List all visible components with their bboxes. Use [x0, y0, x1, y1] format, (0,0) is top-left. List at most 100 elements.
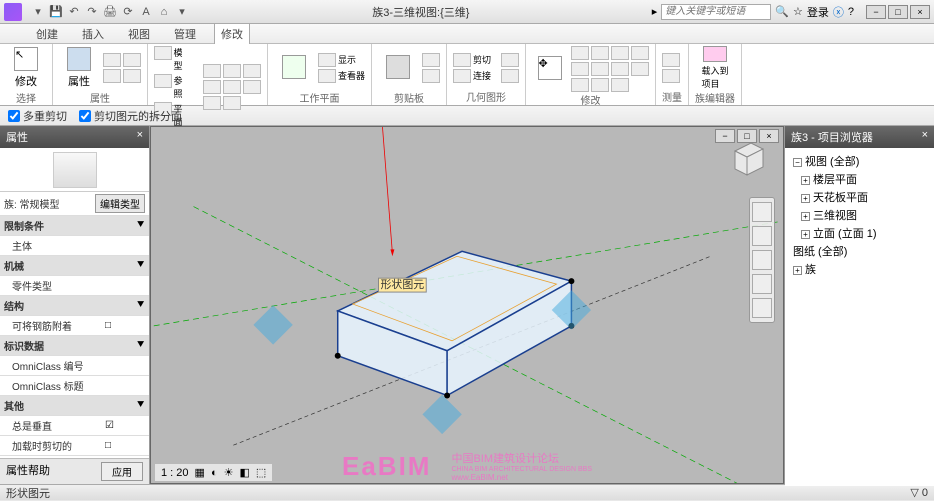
props-row[interactable]: 总是垂直☑ — [0, 416, 149, 436]
props-section-header[interactable]: 限制条件⯆ — [0, 216, 149, 236]
ribbon-btn[interactable] — [203, 80, 221, 94]
ribbon-btn[interactable] — [223, 64, 241, 78]
move-button[interactable]: ✥ — [532, 47, 567, 91]
tree-node[interactable]: −视图 (全部) — [789, 152, 930, 170]
props-section-header[interactable]: 结构⯆ — [0, 296, 149, 316]
ribbon-btn[interactable] — [154, 74, 172, 88]
qat-text[interactable]: A — [138, 4, 154, 20]
search-icon[interactable]: 🔍 — [775, 5, 789, 18]
tab-insert[interactable]: 插入 — [76, 24, 110, 44]
detail-icon[interactable]: ▦ — [195, 466, 205, 479]
ribbon-btn[interactable] — [243, 80, 261, 94]
info-icon[interactable]: ▸ — [652, 5, 658, 18]
orbit-icon[interactable] — [752, 274, 772, 294]
ribbon-btn[interactable] — [223, 80, 241, 94]
tree-node[interactable]: +楼层平面 — [789, 170, 930, 188]
visual-style-icon[interactable]: ◐ — [211, 467, 218, 479]
ribbon-btn[interactable] — [123, 69, 141, 83]
load-project-button[interactable]: 载入到 项目 — [695, 46, 735, 90]
ribbon-btn[interactable] — [103, 53, 121, 67]
steering-wheel-icon[interactable] — [752, 202, 772, 222]
ribbon-btn[interactable] — [662, 69, 680, 83]
scale-selector[interactable]: 1 : 20 — [161, 467, 189, 479]
ribbon-btn[interactable] — [203, 96, 221, 110]
ribbon-btn[interactable] — [591, 46, 609, 60]
properties-button[interactable]: 属性 — [59, 46, 99, 90]
ribbon-btn[interactable] — [611, 46, 629, 60]
edit-type-button[interactable]: 编辑类型 — [95, 194, 145, 213]
split-face-checkbox[interactable]: 剪切图元的拆分面 — [79, 108, 182, 124]
ribbon-btn[interactable] — [591, 62, 609, 76]
props-section-header[interactable]: 标识数据⯆ — [0, 336, 149, 356]
ribbon-btn[interactable] — [243, 64, 261, 78]
props-row[interactable]: OmniClass 标题 — [0, 376, 149, 396]
family-type-selector[interactable]: 族: 常规模型 — [4, 196, 95, 211]
pan-icon[interactable] — [752, 226, 772, 246]
tab-create[interactable]: 创建 — [30, 24, 64, 44]
ribbon-btn[interactable] — [571, 46, 589, 60]
drawing-canvas[interactable]: −□× 形状图元 1 : 20 ▦◐☀◧ — [150, 126, 784, 484]
ribbon-btn[interactable] — [123, 53, 141, 67]
view-cube[interactable] — [723, 135, 771, 183]
ribbon-btn[interactable] — [591, 78, 609, 92]
ribbon-btn[interactable] — [203, 64, 221, 78]
ribbon-btn[interactable] — [318, 69, 336, 83]
qat-sync[interactable]: ⟳ — [120, 4, 136, 20]
qat-print[interactable]: 🖨 — [102, 4, 118, 20]
tab-manage[interactable]: 管理 — [168, 24, 202, 44]
props-row[interactable]: 加载时剪切的□ — [0, 436, 149, 456]
tab-view[interactable]: 视图 — [122, 24, 156, 44]
favorite-icon[interactable]: ☆ — [793, 5, 803, 18]
ribbon-btn[interactable] — [453, 69, 471, 83]
tab-modify[interactable]: 修改 — [214, 23, 250, 44]
close-button[interactable]: × — [910, 5, 930, 19]
qat-home[interactable]: ⌂ — [156, 4, 172, 20]
props-row[interactable]: 零件类型 — [0, 276, 149, 296]
ribbon-btn[interactable] — [318, 53, 336, 67]
ribbon-btn[interactable] — [571, 62, 589, 76]
ribbon-btn[interactable] — [501, 53, 519, 67]
tree-node[interactable]: +族 — [789, 260, 930, 278]
exchange-icon[interactable]: ⓧ — [833, 4, 844, 20]
tree-node[interactable]: +三维视图 — [789, 206, 930, 224]
ribbon-btn[interactable] — [453, 53, 471, 67]
close-icon[interactable]: × — [137, 129, 143, 145]
modify-button[interactable]: ↖修改 — [6, 46, 46, 90]
props-section-header[interactable]: 机械⯆ — [0, 256, 149, 276]
qat-open[interactable]: ▾ — [30, 4, 46, 20]
workplane-button[interactable] — [274, 46, 314, 90]
ribbon-btn[interactable] — [422, 53, 440, 67]
qat-save[interactable]: 💾 — [48, 4, 64, 20]
sun-icon[interactable]: ☀ — [224, 466, 234, 479]
qat-redo[interactable]: ↷ — [84, 4, 100, 20]
qat-more[interactable]: ▾ — [174, 4, 190, 20]
tree-node[interactable]: +天花板平面 — [789, 188, 930, 206]
apply-button[interactable]: 应用 — [101, 462, 143, 481]
props-row[interactable]: OmniClass 编号 — [0, 356, 149, 376]
search-input[interactable] — [661, 4, 771, 20]
paste-button[interactable] — [378, 46, 418, 90]
shadow-icon[interactable]: ◧ — [239, 466, 249, 479]
qat-undo[interactable]: ↶ — [66, 4, 82, 20]
ribbon-btn[interactable] — [422, 69, 440, 83]
ribbon-btn[interactable] — [501, 69, 519, 83]
ribbon-btn[interactable] — [662, 53, 680, 67]
tree-node[interactable]: 图纸 (全部) — [789, 242, 930, 260]
home-icon[interactable] — [752, 298, 772, 318]
zoom-icon[interactable] — [752, 250, 772, 270]
ribbon-btn[interactable] — [103, 69, 121, 83]
props-section-header[interactable]: 其他⯆ — [0, 396, 149, 416]
ribbon-btn[interactable] — [611, 78, 629, 92]
help-icon[interactable]: ? — [848, 6, 854, 18]
props-help-link[interactable]: 属性帮助 — [6, 462, 50, 481]
ribbon-btn[interactable] — [631, 46, 649, 60]
crop-icon[interactable]: ⬚ — [256, 466, 266, 479]
app-icon[interactable] — [4, 3, 22, 21]
ribbon-btn[interactable] — [223, 96, 241, 110]
ribbon-btn[interactable] — [631, 62, 649, 76]
props-row[interactable]: 主体 — [0, 236, 149, 256]
maximize-button[interactable]: □ — [888, 5, 908, 19]
minimize-button[interactable]: − — [866, 5, 886, 19]
ribbon-btn[interactable] — [154, 46, 172, 60]
ribbon-btn[interactable] — [571, 78, 589, 92]
